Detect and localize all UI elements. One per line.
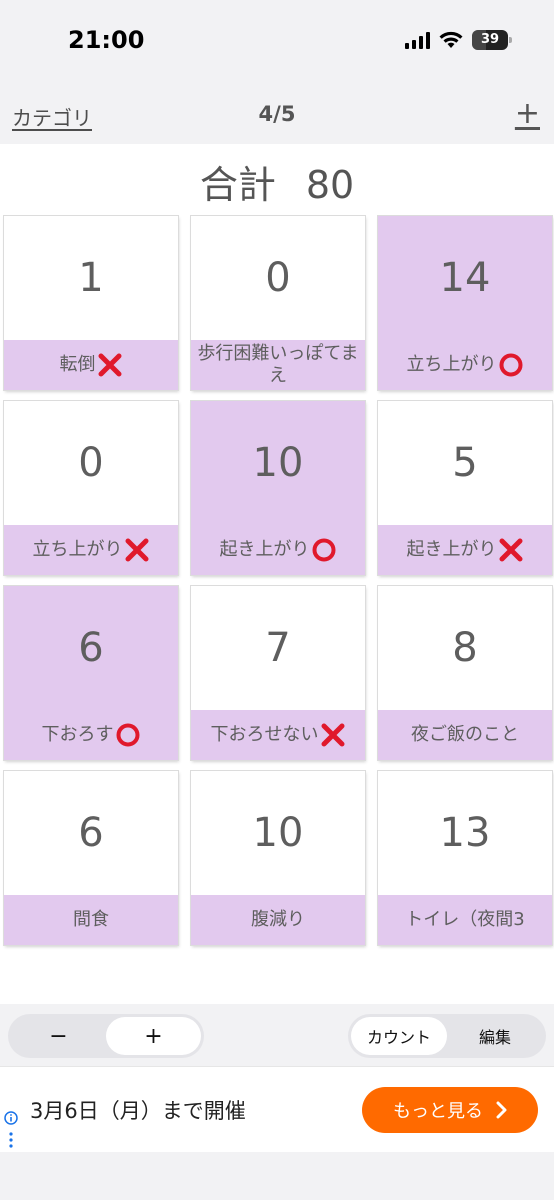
- counter-value: 6: [78, 625, 104, 671]
- counter-card[interactable]: 13 トイレ（夜間3: [378, 771, 552, 945]
- ad-text: 3月6日（月）まで開催: [30, 1099, 246, 1123]
- counter-label-area: 夜ご飯のこと: [378, 710, 552, 760]
- counter-value: 10: [252, 810, 304, 856]
- counter-label: 下おろす: [41, 724, 114, 745]
- count-mode-option[interactable]: カウント: [351, 1017, 447, 1055]
- counter-board: 合計 80 1 転倒 0 歩行困難いっぽてまえ 14 立ち上がり 0 立ち上がり 10 起き上がり 5…: [0, 144, 554, 1004]
- counter-value: 10: [252, 440, 304, 486]
- counter-label-area: 間食: [4, 895, 178, 945]
- cross-icon: [499, 538, 522, 562]
- counter-card[interactable]: 14 立ち上がり: [378, 216, 552, 390]
- counter-value: 5: [452, 440, 478, 486]
- counter-label: 間食: [73, 909, 109, 930]
- cellular-signal-icon: [405, 31, 430, 49]
- counter-value: 8: [452, 625, 478, 671]
- counter-value: 6: [78, 810, 104, 856]
- decrement-option[interactable]: −: [11, 1017, 106, 1055]
- counter-value: 7: [265, 625, 291, 671]
- counter-label-area: 下おろせない: [191, 710, 365, 760]
- counter-card[interactable]: 6 間食: [4, 771, 178, 945]
- counter-card[interactable]: 1 転倒: [4, 216, 178, 390]
- counter-label-area: 起き上がり: [378, 525, 552, 575]
- counter-value: 14: [439, 255, 491, 301]
- counter-value: 1: [78, 255, 104, 301]
- see-more-label: もっと見る: [393, 1101, 483, 1122]
- cross-icon: [321, 723, 344, 747]
- battery-icon: 39: [472, 30, 512, 50]
- total-label: 合計: [199, 163, 276, 207]
- status-bar: 21:00 39: [0, 0, 554, 84]
- step-segmented-control: − +: [8, 1014, 204, 1058]
- counter-value: 0: [265, 255, 291, 301]
- circle-icon: [116, 723, 139, 747]
- counter-label: 転倒: [59, 354, 96, 375]
- chevron-right-icon: [496, 1101, 507, 1119]
- counter-card[interactable]: 8 夜ご飯のこと: [378, 586, 552, 760]
- total-value: 80: [305, 163, 355, 207]
- counter-label-area: 歩行困難いっぽてまえ: [191, 340, 365, 390]
- status-icons: 39: [405, 30, 512, 50]
- counter-label-area: 下おろす: [4, 710, 178, 760]
- counter-card[interactable]: 10 腹減り: [191, 771, 365, 945]
- circle-icon: [312, 538, 335, 562]
- counter-label: 起き上がり: [219, 539, 310, 560]
- counter-label-area: 腹減り: [191, 895, 365, 945]
- cross-icon: [98, 353, 121, 377]
- counter-label-area: 立ち上がり: [378, 340, 552, 390]
- add-button[interactable]: +: [515, 96, 540, 131]
- info-icon[interactable]: [4, 1111, 18, 1125]
- counter-label-area: 立ち上がり: [4, 525, 178, 575]
- battery-level: 39: [480, 32, 500, 47]
- counter-label: 腹減り: [251, 909, 305, 930]
- more-options-icon[interactable]: [9, 1131, 13, 1149]
- nav-bar: カテゴリ 4/5 +: [0, 84, 554, 144]
- cross-icon: [125, 538, 148, 562]
- control-bar: − + カウント 編集: [0, 1004, 554, 1066]
- counter-card[interactable]: 5 起き上がり: [378, 401, 552, 575]
- counter-label: 立ち上がり: [406, 354, 497, 375]
- increment-option[interactable]: +: [106, 1017, 201, 1055]
- counter-card[interactable]: 0 立ち上がり: [4, 401, 178, 575]
- see-more-button[interactable]: もっと見る: [362, 1087, 538, 1133]
- counter-card[interactable]: 6 下おろす: [4, 586, 178, 760]
- counter-label: 夜ご飯のこと: [411, 724, 519, 745]
- counter-value: 0: [78, 440, 104, 486]
- counter-card[interactable]: 7 下おろせない: [191, 586, 365, 760]
- total-display: 合計 80: [0, 154, 554, 209]
- counter-label-area: 起き上がり: [191, 525, 365, 575]
- mode-segmented-control: カウント 編集: [348, 1014, 546, 1058]
- counter-card[interactable]: 10 起き上がり: [191, 401, 365, 575]
- counter-value: 13: [439, 810, 491, 856]
- counter-label: 立ち上がり: [32, 539, 123, 560]
- counter-label: 下おろせない: [210, 724, 319, 745]
- counter-label-area: トイレ（夜間3: [378, 895, 552, 945]
- circle-icon: [499, 353, 522, 377]
- counter-card[interactable]: 0 歩行困難いっぽてまえ: [191, 216, 365, 390]
- edit-mode-option[interactable]: 編集: [447, 1017, 543, 1055]
- counter-label: 起き上がり: [406, 539, 497, 560]
- counter-label: 歩行困難いっぽてまえ: [197, 343, 359, 386]
- counter-label-area: 転倒: [4, 340, 178, 390]
- page-indicator: 4/5: [258, 102, 296, 126]
- wifi-icon: [439, 31, 463, 48]
- counter-label: トイレ（夜間3: [405, 909, 525, 930]
- ad-banner[interactable]: 3月6日（月）まで開催 もっと見る: [0, 1066, 554, 1152]
- status-time: 21:00: [68, 26, 145, 54]
- home-indicator-area: [0, 1152, 554, 1200]
